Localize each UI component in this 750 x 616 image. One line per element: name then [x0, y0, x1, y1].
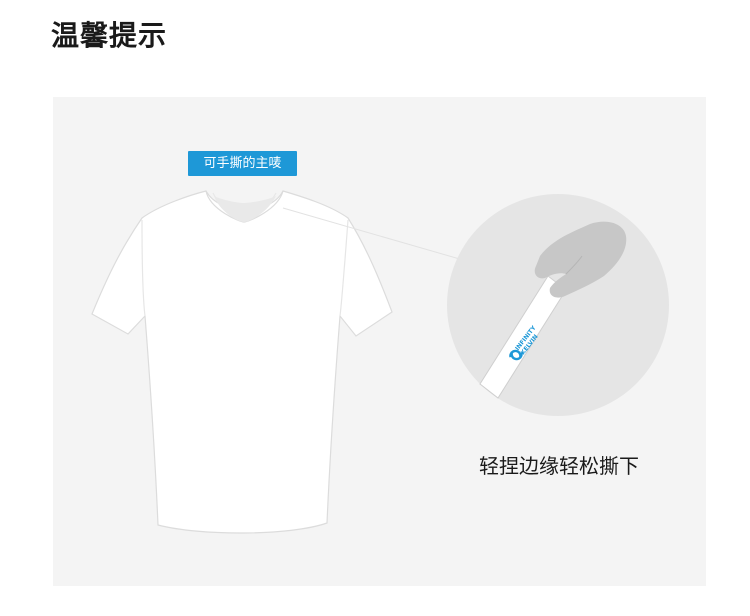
caption-text: 轻捏边缘轻松撕下 [479, 454, 639, 478]
illustration [91, 190, 669, 534]
tshirt-illustration [91, 190, 393, 534]
tear-off-label-badge: 可手撕的主唛 [188, 151, 297, 176]
